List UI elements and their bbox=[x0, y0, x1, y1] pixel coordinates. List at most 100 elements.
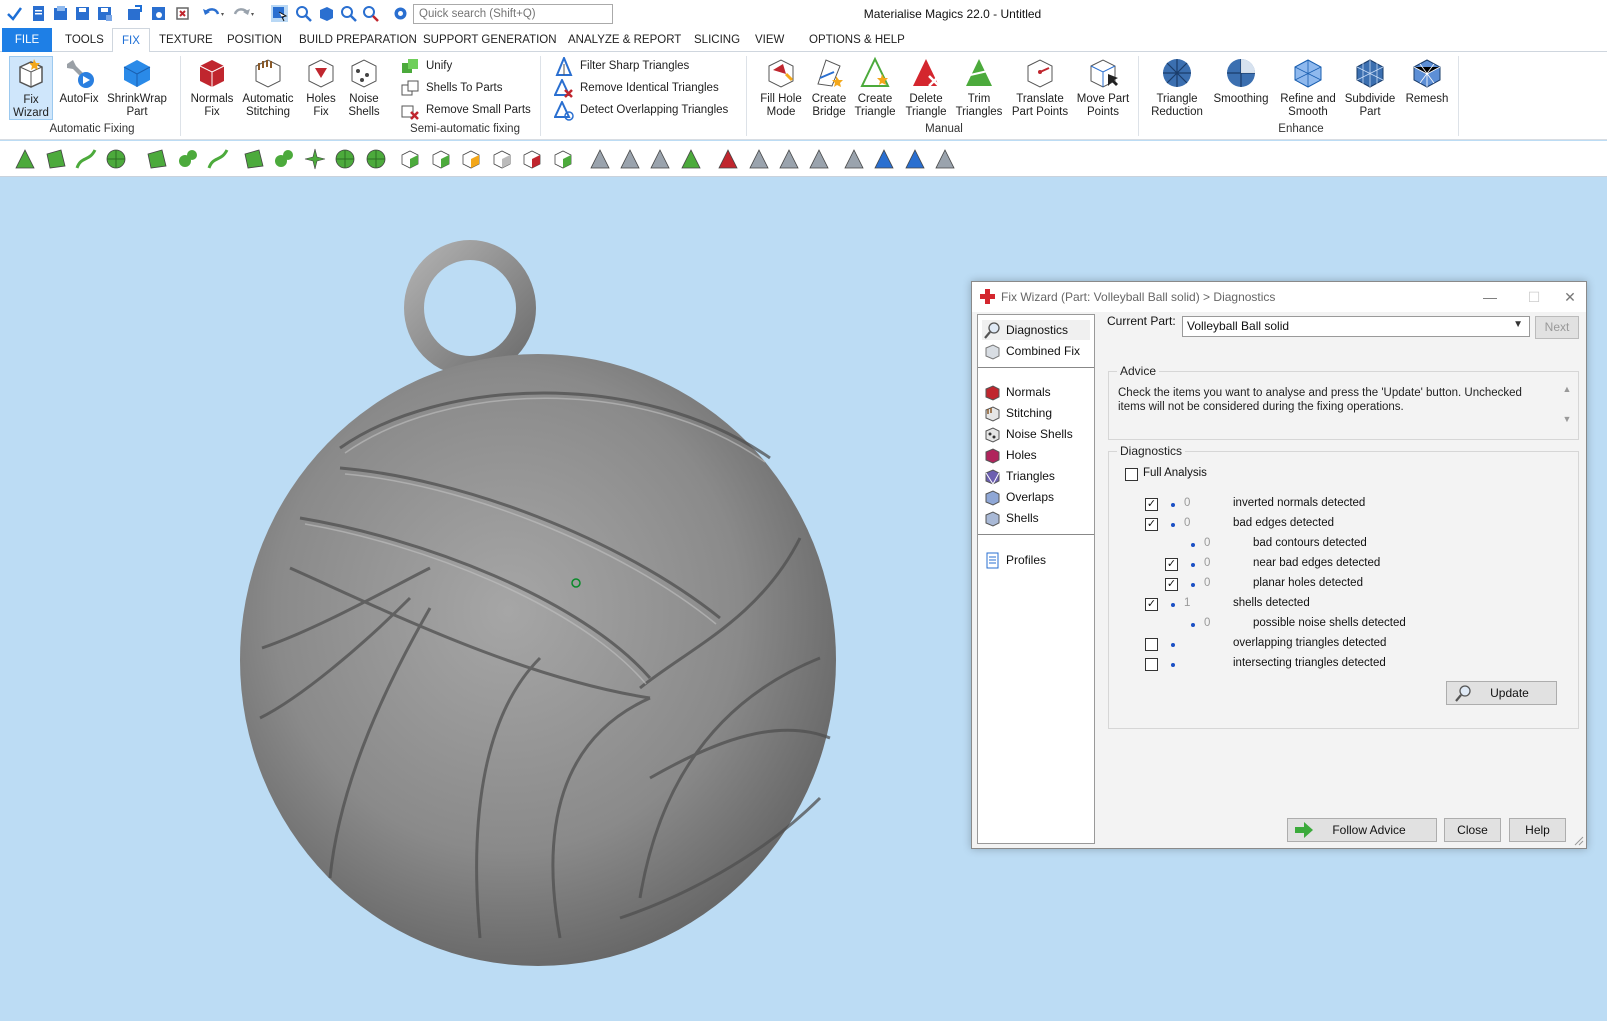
select-connected-icon[interactable] bbox=[177, 148, 199, 170]
settings-gear-icon[interactable] bbox=[392, 5, 409, 22]
unload-part-icon[interactable] bbox=[174, 5, 191, 22]
zoom-icon[interactable] bbox=[340, 5, 357, 22]
nav-item-overlaps[interactable]: Overlaps bbox=[982, 487, 1090, 507]
triangle-unmark-icon[interactable] bbox=[619, 148, 641, 170]
create-bridge-button[interactable]: Create Bridge bbox=[808, 56, 850, 119]
maximize-icon[interactable]: ☐ bbox=[1516, 284, 1552, 310]
zoom-select-icon[interactable] bbox=[295, 5, 312, 22]
remesh-button[interactable]: Remesh bbox=[1402, 56, 1452, 106]
part-select-2-icon[interactable] bbox=[430, 148, 452, 170]
delete-triangle-button[interactable]: Delete Triangle bbox=[902, 56, 950, 119]
triangle-settings-icon[interactable] bbox=[873, 148, 895, 170]
nav-item-combined-fix[interactable]: Combined Fix bbox=[982, 341, 1090, 361]
tab-texture[interactable]: TEXTURE bbox=[150, 28, 222, 52]
select-shell-icon[interactable] bbox=[105, 148, 127, 170]
subdivide-part-button[interactable]: Subdivide Part bbox=[1342, 56, 1398, 119]
hide-marked-icon[interactable] bbox=[748, 148, 770, 170]
part-green-icon[interactable] bbox=[552, 148, 574, 170]
filter-sharp-triangles-button[interactable]: Filter Sharp Triangles bbox=[554, 56, 689, 76]
select-area-icon[interactable] bbox=[273, 148, 295, 170]
close-icon[interactable]: ✕ bbox=[1552, 284, 1588, 310]
tab-build-preparation[interactable]: BUILD PREPARATION bbox=[290, 28, 426, 52]
tab-view[interactable]: VIEW bbox=[746, 28, 793, 52]
holes-fix-button[interactable]: Holes Fix bbox=[301, 56, 341, 119]
create-triangle-button[interactable]: Create Triangle bbox=[852, 56, 898, 119]
fix-wizard-button[interactable]: Fix Wizard bbox=[9, 56, 53, 120]
nav-item-diagnostics[interactable]: Diagnostics bbox=[982, 320, 1090, 340]
advice-scrollbar[interactable]: ▲ ▼ bbox=[1560, 384, 1574, 430]
close-button[interactable]: Close bbox=[1444, 818, 1501, 842]
select-triangle-icon[interactable] bbox=[14, 148, 36, 170]
dialog-titlebar[interactable]: Fix Wizard (Part: Volleyball Ball solid)… bbox=[972, 282, 1586, 312]
shells-to-parts-button[interactable]: Shells To Parts bbox=[400, 78, 503, 98]
bad-edges-checkbox[interactable]: ✓ bbox=[1145, 518, 1158, 531]
clear-marked-icon[interactable] bbox=[808, 148, 830, 170]
intersecting-triangles-checkbox[interactable] bbox=[1145, 658, 1158, 671]
shells-checkbox[interactable]: ✓ bbox=[1145, 598, 1158, 611]
part-grey-icon[interactable] bbox=[491, 148, 513, 170]
triangle-grow-icon[interactable] bbox=[680, 148, 702, 170]
triangle-reduction-button[interactable]: Triangle Reduction bbox=[1148, 56, 1206, 119]
save-part-icon[interactable] bbox=[150, 5, 167, 22]
automatic-stitching-button[interactable]: Automatic Stitching bbox=[239, 56, 297, 119]
redo-icon[interactable] bbox=[232, 5, 256, 22]
tab-position[interactable]: POSITION bbox=[218, 28, 291, 52]
select-surface-icon[interactable] bbox=[75, 148, 97, 170]
refine-and-smooth-button[interactable]: Refine and Smooth bbox=[1278, 56, 1338, 119]
save-icon[interactable] bbox=[74, 5, 91, 22]
tab-slicing[interactable]: SLICING bbox=[685, 28, 749, 52]
near-bad-edges-checkbox[interactable]: ✓ bbox=[1165, 558, 1178, 571]
follow-advice-button[interactable]: Follow Advice bbox=[1287, 818, 1437, 842]
triangle-measure-icon[interactable] bbox=[904, 148, 926, 170]
update-button[interactable]: Update bbox=[1446, 681, 1557, 705]
unify-button[interactable]: Unify bbox=[400, 56, 452, 76]
select-sphere-icon[interactable] bbox=[334, 148, 356, 170]
move-part-points-button[interactable]: Move Part Points bbox=[1074, 56, 1132, 119]
view-part-icon[interactable] bbox=[318, 5, 335, 22]
smoothing-button[interactable]: Smoothing bbox=[1210, 56, 1272, 106]
part-red-icon[interactable] bbox=[521, 148, 543, 170]
import-part-icon[interactable] bbox=[126, 5, 143, 22]
nav-item-triangles[interactable]: Triangles bbox=[982, 466, 1090, 486]
planar-holes-checkbox[interactable]: ✓ bbox=[1165, 578, 1178, 591]
triangle-extra-icon[interactable] bbox=[934, 148, 956, 170]
fill-hole-mode-button[interactable]: Fill Hole Mode bbox=[755, 56, 807, 119]
next-button[interactable]: Next bbox=[1535, 316, 1579, 339]
new-file-icon[interactable] bbox=[30, 5, 47, 22]
select-edge-icon[interactable] bbox=[207, 148, 229, 170]
quick-search-input[interactable] bbox=[413, 4, 613, 24]
app-logo-icon[interactable] bbox=[6, 5, 23, 22]
nav-item-holes[interactable]: Holes bbox=[982, 445, 1090, 465]
nav-item-profiles[interactable]: Profiles bbox=[982, 550, 1090, 570]
autofix-button[interactable]: AutoFix bbox=[58, 56, 100, 106]
select-plane-icon[interactable] bbox=[45, 148, 67, 170]
minimize-icon[interactable]: — bbox=[1472, 284, 1508, 310]
tab-analyze-report[interactable]: ANALYZE & REPORT bbox=[559, 28, 690, 52]
trim-triangles-button[interactable]: Trim Triangles bbox=[954, 56, 1004, 119]
resize-grip-icon[interactable] bbox=[1574, 836, 1584, 846]
translate-part-points-button[interactable]: Translate Part Points bbox=[1008, 56, 1072, 119]
triangle-mark-icon[interactable] bbox=[589, 148, 611, 170]
part-color-icon[interactable] bbox=[460, 148, 482, 170]
nav-item-noise-shells[interactable]: Noise Shells bbox=[982, 424, 1090, 444]
triangle-expand-icon[interactable] bbox=[649, 148, 671, 170]
remove-identical-triangles-button[interactable]: Remove Identical Triangles bbox=[554, 78, 719, 98]
select-mode-icon[interactable] bbox=[271, 5, 288, 22]
zoom-reset-icon[interactable] bbox=[362, 5, 379, 22]
noise-shells-button[interactable]: Noise Shells bbox=[344, 56, 384, 119]
select-box-icon[interactable] bbox=[146, 148, 168, 170]
nav-item-shells[interactable]: Shells bbox=[982, 508, 1090, 528]
invert-marked-icon[interactable] bbox=[778, 148, 800, 170]
select-zone-icon[interactable] bbox=[243, 148, 265, 170]
detect-overlapping-triangles-button[interactable]: Detect Overlapping Triangles bbox=[554, 100, 728, 121]
shrinkwrap-part-button[interactable]: ShrinkWrap Part bbox=[104, 56, 170, 119]
full-analysis-checkbox[interactable] bbox=[1125, 468, 1138, 481]
open-file-icon[interactable] bbox=[52, 5, 69, 22]
overlapping-triangles-checkbox[interactable] bbox=[1145, 638, 1158, 651]
part-select-icon[interactable] bbox=[399, 148, 421, 170]
inverted-normals-checkbox[interactable]: ✓ bbox=[1145, 498, 1158, 511]
tab-tools[interactable]: TOOLS bbox=[56, 28, 113, 52]
select-patch-icon[interactable] bbox=[304, 148, 326, 170]
tab-options-help[interactable]: OPTIONS & HELP bbox=[800, 28, 914, 52]
delete-marked-icon[interactable] bbox=[717, 148, 739, 170]
